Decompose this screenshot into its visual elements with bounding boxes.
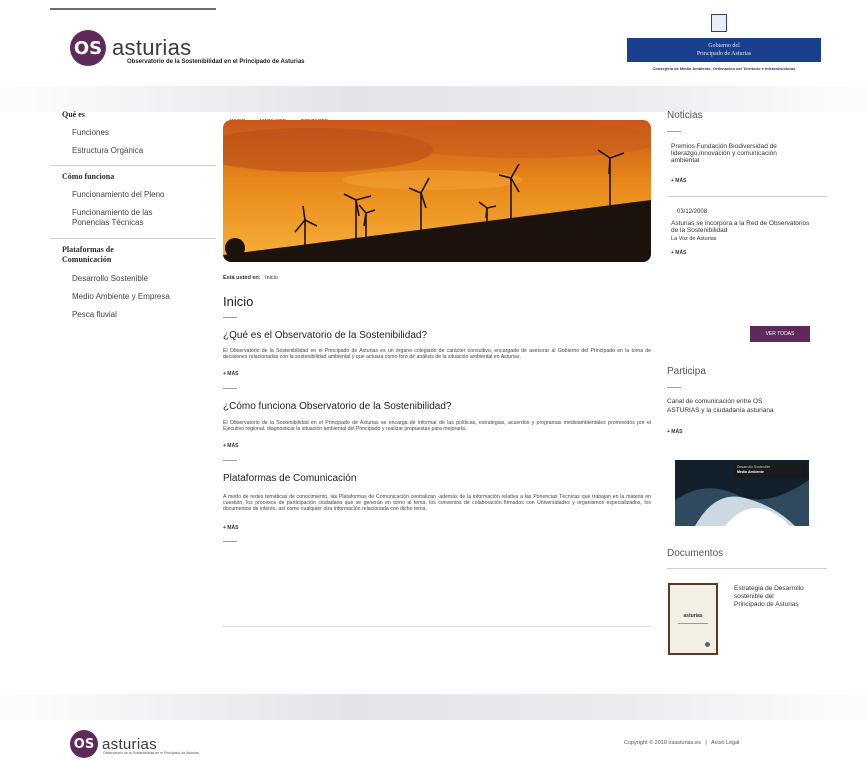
- nav-section-como-funciona: Cómo funciona Funcionamiento del Pleno F…: [50, 172, 216, 228]
- participa-title: Participa: [667, 366, 706, 377]
- sidebar-item-pleno[interactable]: Funcionamiento del Pleno: [72, 190, 216, 199]
- gov-line2: Principado de Asturias: [696, 51, 752, 57]
- logo-subtitle: Observatorio de la Sostenibilidad en el …: [127, 59, 305, 65]
- coat-of-arms-icon: [711, 14, 727, 32]
- footer-band: [0, 694, 867, 720]
- logo-mark: OS: [70, 30, 106, 66]
- participa-more-link[interactable]: + MÁS: [667, 429, 827, 435]
- cover-rule: [678, 623, 708, 624]
- footer-logo-mark: OS: [70, 730, 98, 758]
- footer-separator: |: [705, 740, 707, 746]
- section-title: ¿Qué es el Observatorio de la Sostenibil…: [223, 330, 428, 341]
- header-band: [0, 86, 867, 112]
- documentos-divider: [667, 568, 827, 569]
- section-title: ¿Cómo funciona Observatorio de la Sosten…: [223, 400, 452, 412]
- documentos-panel: Documentos: [667, 548, 827, 569]
- nav-heading[interactable]: Qué es: [62, 110, 216, 119]
- nav-section-que-es: Qué es Funciones Estructura Orgánica: [50, 110, 216, 155]
- participa-panel: Participa Canal de comunicación entre OS…: [667, 366, 827, 435]
- sidebar-item-pesca[interactable]: Pesca fluvial: [72, 310, 216, 319]
- sidebar-item-desarrollo[interactable]: Desarrollo Sostenible: [72, 274, 216, 283]
- section-text: El Observatorio de la Sostenibilidad en …: [223, 419, 651, 433]
- section-plataformas: Plataformas de Comunicación A modo de re…: [223, 473, 651, 531]
- cover-dot: [705, 642, 710, 647]
- section-divider: [223, 387, 237, 389]
- nav-heading[interactable]: Cómo funciona: [62, 172, 216, 181]
- gov-dept: Consejería de Medio Ambiente, Ordenación…: [652, 66, 796, 71]
- main-content: Inicio ¿Qué es el Observatorio de la Sos…: [223, 294, 651, 542]
- nav-heading[interactable]: Plataformas de Comunicación: [62, 245, 162, 265]
- title-divider: [223, 317, 237, 318]
- more-link[interactable]: + MÁS: [223, 525, 651, 531]
- top-rule: [50, 8, 216, 10]
- breadcrumb-current[interactable]: Inicio: [265, 275, 278, 281]
- section-title: Plataformas de Comunicación: [223, 472, 357, 484]
- news-item[interactable]: Asturias se incorpora a la Red de Observ…: [671, 220, 811, 242]
- breadcrumb-label: Está usted en:: [223, 275, 261, 281]
- section-text: El Observatorio de la Sostenibilidad en …: [223, 348, 651, 361]
- section-divider: [223, 459, 237, 461]
- nav-section-plataformas: Plataformas de Comunicación Desarrollo S…: [50, 245, 216, 319]
- sidebar-nav: Qué es Funciones Estructura Orgánica Cóm…: [50, 110, 216, 319]
- documentos-title: Documentos: [667, 548, 724, 559]
- breadcrumb: Está usted en: Inicio: [223, 275, 278, 281]
- news-item[interactable]: Premios Fundación Biodiversidad de lider…: [671, 143, 801, 164]
- news-title: Noticias: [667, 110, 703, 121]
- copyright-text: Copyright © 2010 osasturias.es: [624, 740, 701, 746]
- nav-divider: [50, 238, 216, 239]
- more-link[interactable]: + MÁS: [223, 371, 651, 377]
- footer-logo-subtitle: Observatorio de la Sostenibilidad en el …: [103, 751, 199, 755]
- participa-image[interactable]: Desarrollo Sostenible Medio Ambiente: [675, 460, 809, 526]
- news-more-link[interactable]: + MÁS: [671, 250, 827, 256]
- sidebar-item-medio-ambiente[interactable]: Medio Ambiente y Empresa: [72, 292, 216, 301]
- section-que-es: ¿Qué es el Observatorio de la Sostenibil…: [223, 330, 651, 377]
- sidebar-item-funciones[interactable]: Funciones: [72, 128, 216, 137]
- image-caption-1: Desarrollo Sostenible: [737, 465, 771, 469]
- logo-word: asturias: [112, 35, 192, 60]
- image-caption-2: Medio Ambiente: [737, 470, 764, 474]
- news-more-link[interactable]: + MÁS: [671, 178, 827, 184]
- document-cover-word: asturias: [683, 613, 703, 619]
- more-link[interactable]: + MÁS: [223, 443, 651, 449]
- news-panel: Noticias Premios Fundación Biodiversidad…: [667, 110, 827, 256]
- news-text: Premios Fundación Biodiversidad de lider…: [671, 143, 777, 164]
- gov-banner[interactable]: Gobierno del Principado de Asturias: [627, 38, 821, 62]
- news-divider: [667, 131, 681, 132]
- content-bottom-rule: [223, 626, 651, 627]
- participa-text: Canal de comunicación entre OS ASTURIAS …: [667, 398, 774, 414]
- page-title: Inicio: [223, 294, 254, 309]
- sidebar-item-estructura[interactable]: Estructura Orgánica: [72, 146, 216, 155]
- footer-logo-word: asturias: [102, 735, 157, 753]
- footer-copyright-line: Copyright © 2010 osasturias.es | Aviso L…: [624, 740, 739, 746]
- nav-divider: [50, 165, 216, 166]
- document-title[interactable]: Estrategia de Desarrollo sostenible del …: [734, 585, 806, 609]
- legal-link[interactable]: Aviso Legal: [711, 740, 739, 746]
- news-text: Asturias se incorpora a la Red de Observ…: [671, 220, 810, 234]
- participa-divider: [667, 387, 681, 388]
- section-text: A modo de redes temáticas de conocimient…: [223, 493, 651, 513]
- news-source: La Voz de Asturias: [671, 236, 717, 242]
- news-date: 03/12/2008: [677, 209, 708, 215]
- view-all-news-button[interactable]: VER TODAS: [750, 326, 810, 342]
- section-como-funciona: ¿Cómo funciona Observatorio de la Sosten…: [223, 401, 651, 449]
- wind-turbines-sunset: [223, 120, 651, 262]
- sidebar-item-ponencias[interactable]: Funcionamiento de las Ponencias Técnicas: [72, 208, 192, 228]
- document-cover[interactable]: asturias: [668, 583, 718, 655]
- news-divider: [667, 196, 827, 197]
- section-divider: [223, 540, 237, 542]
- gov-line1: Gobierno del: [708, 43, 740, 49]
- hero-image-wind-turbines: [223, 120, 651, 262]
